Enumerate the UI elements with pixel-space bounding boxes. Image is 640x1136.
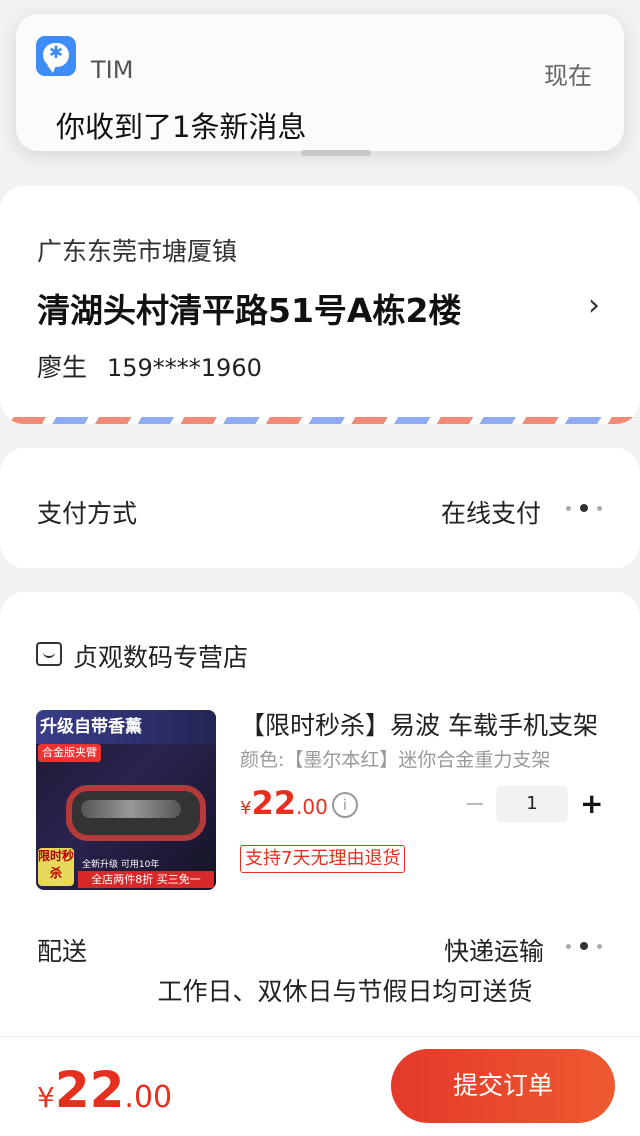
thumb-sub-banner: 合金版夹臂 xyxy=(38,744,101,762)
address-region: 广东东莞市塘厦镇 xyxy=(37,237,238,266)
product-thumbnail[interactable]: 升级自带香薰 合金版夹臂 限时秒杀 全新升级 可用10年 全店两件8折 买三免一 xyxy=(36,710,216,890)
chevron-right-icon[interactable]: › xyxy=(588,288,600,323)
address-detail: 清湖头村清平路51号A栋2楼 xyxy=(37,291,462,330)
tim-app-icon: ✱ xyxy=(36,36,76,76)
notification-message: 你收到了1条新消息 xyxy=(56,110,307,144)
address-card[interactable]: 广东东莞市塘厦镇 清湖头村清平路51号A栋2楼 › 廖生 159****1960 xyxy=(0,186,640,424)
recipient-phone: 159****1960 xyxy=(106,354,262,382)
info-icon[interactable]: i xyxy=(332,792,358,818)
notification-app-name: TIM xyxy=(91,56,134,84)
thumb-promo-strip: 全店两件8折 买三免一 xyxy=(78,871,214,888)
checkout-bar: ¥22.00 提交订单 xyxy=(0,1036,640,1136)
thumb-promo-text: 全新升级 可用10年 xyxy=(82,860,160,870)
airmail-border xyxy=(0,417,640,424)
store-icon xyxy=(36,642,62,666)
product-spec: 颜色:【墨尔本红】迷你合金重力支架 xyxy=(240,749,551,771)
shipping-value[interactable]: 快递运输 xyxy=(444,932,544,968)
store-name[interactable]: 贞观数码专营店 xyxy=(73,638,248,674)
recipient-info: 廖生 159****1960 xyxy=(37,348,262,384)
return-policy-tag: 支持7天无理由退货 xyxy=(240,845,406,873)
quantity-minus-button[interactable]: − xyxy=(464,789,486,819)
thumb-banner: 升级自带香薰 xyxy=(36,710,216,744)
notification-banner[interactable]: ✱ TIM 现在 你收到了1条新消息 xyxy=(16,14,624,156)
product-price: ¥22.00 xyxy=(240,784,328,822)
recipient-name: 廖生 xyxy=(37,353,88,382)
shipping-label: 配送 xyxy=(37,937,88,966)
total-price: ¥22.00 xyxy=(37,1061,173,1119)
shipping-note: 工作日、双休日与节假日均可送货 xyxy=(157,977,533,1006)
product-title[interactable]: 【限时秒杀】易波 车载手机支架 xyxy=(240,706,600,742)
notification-handle[interactable] xyxy=(301,150,371,156)
submit-order-button[interactable]: 提交订单 xyxy=(391,1049,615,1123)
store-card: 贞观数码专营店 升级自带香薰 合金版夹臂 限时秒杀 全新升级 可用10年 全店两… xyxy=(0,592,640,1092)
shipping-more-dots-icon[interactable] xyxy=(566,940,606,952)
quantity-plus-button[interactable]: + xyxy=(580,787,603,820)
quantity-field[interactable]: 1 xyxy=(496,786,568,822)
notification-time: 现在 xyxy=(544,62,592,90)
thumb-badge: 限时秒杀 xyxy=(38,848,74,886)
payment-method-value: 在线支付 xyxy=(440,499,541,528)
more-dots-icon[interactable] xyxy=(566,502,606,514)
payment-method-row[interactable]: 支付方式 在线支付 xyxy=(0,448,640,568)
payment-method-label: 支付方式 xyxy=(37,499,138,528)
